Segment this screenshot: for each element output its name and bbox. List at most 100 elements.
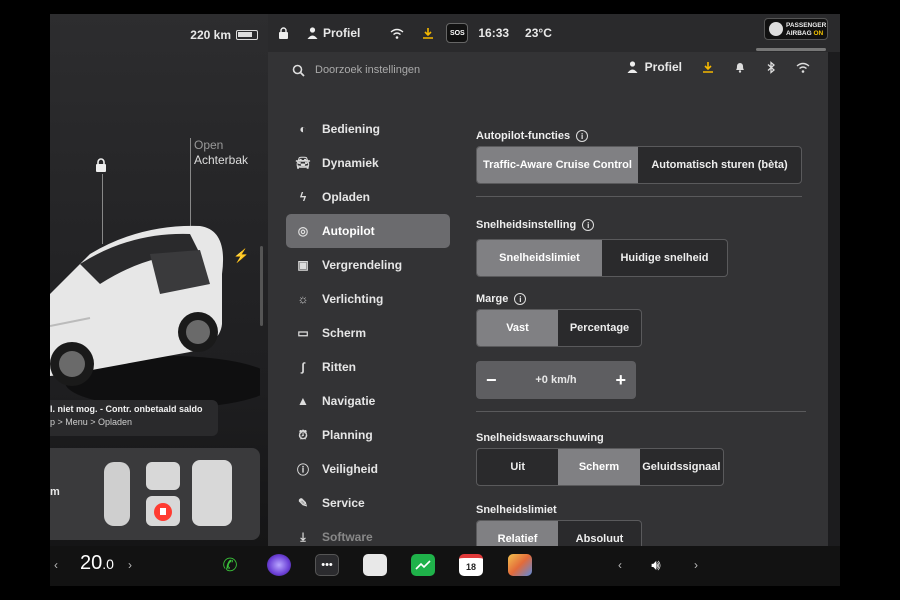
profile-label: Profiel xyxy=(323,26,361,40)
menu-item-opladen[interactable]: ϟ Opladen xyxy=(286,180,450,214)
sun-icon: ☼ xyxy=(297,292,309,306)
lock-status-icon[interactable] xyxy=(278,27,289,39)
option-speed-limit[interactable]: Snelheidslimiet xyxy=(477,240,602,276)
menu-item-autopilot[interactable]: ◎ Autopilot xyxy=(286,214,450,248)
sos-button[interactable]: SOS xyxy=(446,23,469,43)
temp-down-button[interactable]: ‹ xyxy=(54,558,58,572)
option-percentage[interactable]: Percentage xyxy=(558,310,641,346)
divider xyxy=(476,196,802,197)
airbag-state: ON xyxy=(813,30,824,37)
section-title: Snelheidsinstelling xyxy=(476,219,577,231)
calendar-day: 18 xyxy=(465,562,476,572)
menu-item-dynamiek[interactable]: 🚘︎ Dynamiek xyxy=(286,146,450,180)
cabin-temperature[interactable]: 20.0 xyxy=(80,552,114,575)
speed-warning-selector: Uit Scherm Geluidssignaal xyxy=(476,448,724,486)
time-label: 16:33 xyxy=(478,26,510,40)
option-chime[interactable]: Geluidssignaal xyxy=(640,449,723,485)
temp-int: 20 xyxy=(80,552,103,574)
volume-icon[interactable]: 🔊︎ xyxy=(644,554,668,576)
seat-map-icon xyxy=(104,460,232,526)
menu-item-service[interactable]: ✎ Service xyxy=(286,486,450,520)
trips-icon: ∫ xyxy=(301,360,305,374)
menu-item-scherm[interactable]: ▭ Scherm xyxy=(286,316,450,350)
search-input[interactable]: Doorzoek instellingen xyxy=(315,64,420,76)
phone-icon[interactable]: ✆ xyxy=(218,554,242,576)
menu-item-label: Veiligheid xyxy=(322,462,379,476)
menu-item-verlichting[interactable]: ☼ Verlichting xyxy=(286,282,450,316)
menu-item-label: Scherm xyxy=(322,326,367,340)
open-trunk-button[interactable]: Open Achterbak xyxy=(194,138,248,168)
info-icon[interactable]: i xyxy=(514,293,527,305)
car-image xyxy=(50,225,260,408)
info-icon[interactable]: i xyxy=(582,219,595,231)
notice-title: l. niet mog. - Contr. onbetaald saldo xyxy=(50,404,203,414)
download-icon[interactable] xyxy=(702,61,714,73)
speed-limit-title: Snelheidslimiet xyxy=(476,504,828,516)
calendar-icon[interactable]: 18 xyxy=(459,554,483,576)
wrench-icon: ✎ xyxy=(297,496,309,510)
alert-icon: ⓘ xyxy=(296,462,309,477)
trunk-label: Achterbak xyxy=(194,153,249,167)
temp-dec: .0 xyxy=(102,556,114,572)
menu-item-label: Planning xyxy=(322,428,373,442)
bluetooth-icon[interactable] xyxy=(766,60,776,74)
menu-item-ritten[interactable]: ∫ Ritten xyxy=(286,350,450,384)
charging-notice[interactable]: l. niet mog. - Contr. onbetaald saldo p … xyxy=(50,400,218,436)
bolt-icon: ϟ xyxy=(299,190,307,204)
menu-item-label: Autopilot xyxy=(322,224,375,238)
profile-button[interactable]: Profiel xyxy=(627,60,682,74)
search-icon[interactable] xyxy=(292,64,305,77)
lock-icon[interactable] xyxy=(94,158,108,172)
profile-status[interactable]: Profiel xyxy=(307,26,360,40)
toybox-icon[interactable] xyxy=(363,554,387,576)
menu-item-label: Verlichting xyxy=(322,292,384,306)
charge-port-icon[interactable]: ⚡ xyxy=(233,248,249,264)
energy-app-icon[interactable] xyxy=(411,554,435,576)
speed-setting-selector: Snelheidslimiet Huidige snelheid xyxy=(476,239,728,277)
download-status-icon[interactable] xyxy=(422,27,434,39)
sos-label: SOS xyxy=(446,23,469,43)
temperature-label: 23°C xyxy=(525,26,552,40)
option-tacc[interactable]: Traffic-Aware Cruise Control xyxy=(477,147,638,183)
notice-path: p > Menu > Opladen xyxy=(50,417,133,427)
section-title: Snelheidslimiet xyxy=(476,504,557,516)
info-icon[interactable]: i xyxy=(576,130,589,142)
wifi-icon[interactable] xyxy=(796,62,810,73)
option-autosteer[interactable]: Automatisch sturen (bèta) xyxy=(638,147,801,183)
menu-item-planning[interactable]: ⏰︎ Planning xyxy=(286,418,450,452)
seat-card-label: m xyxy=(50,486,60,498)
range-indicator: 220 km xyxy=(190,28,258,42)
pane-scroll-handle[interactable] xyxy=(260,246,263,326)
volume-down-button[interactable]: ‹ xyxy=(618,558,622,572)
margin-title: Marge i xyxy=(476,293,828,305)
lock-icon: ▣ xyxy=(297,258,309,272)
arcade-app-icon[interactable] xyxy=(508,554,532,576)
passenger-airbag-indicator: PASSENGER AIRBAG ON xyxy=(764,18,828,40)
person-icon xyxy=(307,27,318,39)
menu-item-bediening[interactable]: ◐ Bediening xyxy=(286,112,450,146)
menu-item-veiligheid[interactable]: ⓘ Veiligheid xyxy=(286,452,450,486)
increase-button[interactable]: + xyxy=(615,370,626,391)
menu-item-navigatie[interactable]: ▲ Navigatie xyxy=(286,384,450,418)
wifi-status-icon xyxy=(390,28,404,39)
airbag-icon xyxy=(769,22,783,36)
camera-icon[interactable] xyxy=(267,554,291,576)
option-current-speed[interactable]: Huidige snelheid xyxy=(602,240,727,276)
settings-header: Doorzoek instellingen Profiel xyxy=(268,52,828,88)
car-icon: 🚘︎ xyxy=(295,156,311,170)
bell-icon[interactable] xyxy=(734,61,746,73)
menu-item-vergrendeling[interactable]: ▣ Vergrendeling xyxy=(286,248,450,282)
trunk-open-label: Open xyxy=(194,138,224,152)
option-off[interactable]: Uit xyxy=(477,449,558,485)
menu-item-label: Bediening xyxy=(322,122,381,136)
volume-up-button[interactable]: › xyxy=(694,558,698,572)
temp-up-button[interactable]: › xyxy=(128,558,132,572)
speed-offset-stepper: − +0 km/h + xyxy=(476,361,636,399)
option-fixed[interactable]: Vast xyxy=(477,310,559,346)
decrease-button[interactable]: − xyxy=(486,370,497,391)
option-display[interactable]: Scherm xyxy=(558,449,640,485)
settings-panel: Doorzoek instellingen Profiel ◐ Bediening… xyxy=(268,52,828,558)
seat-heater-card[interactable]: m xyxy=(50,448,260,540)
more-apps-icon[interactable]: ••• xyxy=(315,554,339,576)
drawer-handle[interactable] xyxy=(756,48,826,51)
